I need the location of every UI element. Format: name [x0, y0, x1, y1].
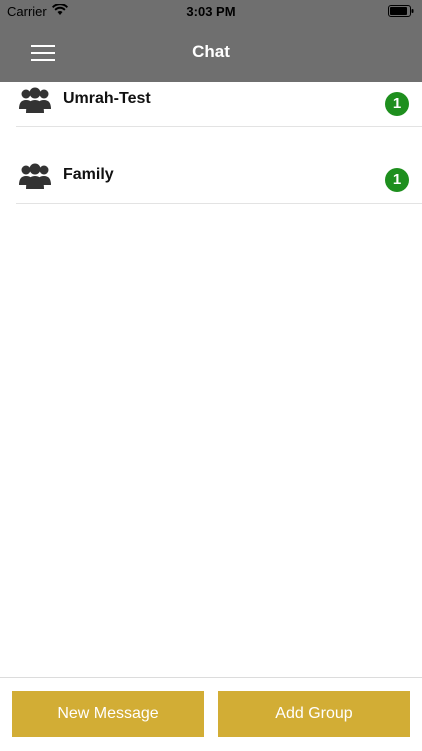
battery-icon — [388, 5, 414, 17]
group-icon — [19, 163, 51, 194]
chat-row-family[interactable]: Family 1 — [16, 127, 422, 204]
unread-badge: 1 — [385, 92, 409, 116]
group-icon — [19, 87, 51, 118]
unread-badge: 1 — [385, 168, 409, 192]
clock: 3:03 PM — [186, 4, 236, 19]
chat-name: Family — [63, 166, 114, 183]
chat-list: Umrah-Test 1 Family 1 — [0, 82, 422, 204]
status-bar: Carrier 3:03 PM — [0, 0, 422, 22]
navigation-bar: Chat — [0, 22, 422, 82]
page-title: Chat — [192, 42, 230, 61]
add-group-button[interactable]: Add Group — [218, 691, 410, 737]
chat-row-umrah-test[interactable]: Umrah-Test 1 — [16, 82, 422, 127]
chat-name: Umrah-Test — [63, 90, 151, 107]
new-message-button[interactable]: New Message — [12, 691, 204, 737]
footer-bar: New Message Add Group — [0, 677, 422, 751]
